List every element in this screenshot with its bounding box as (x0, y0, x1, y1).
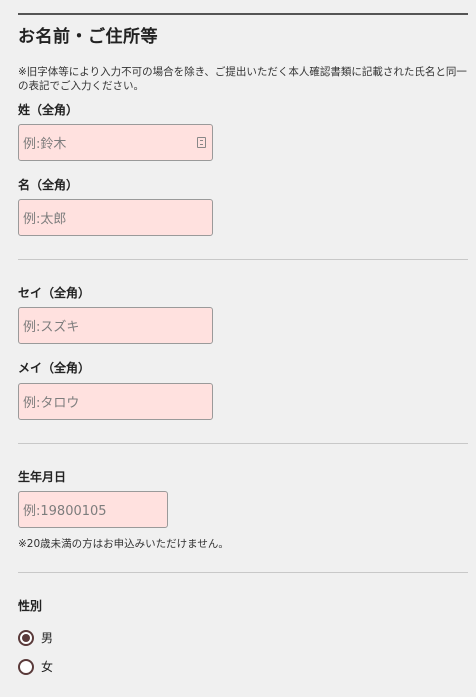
first-name-placeholder: 例:太郎 (23, 212, 67, 227)
first-name-label: 名（全角） (18, 178, 79, 192)
birthdate-label: 生年月日 (18, 470, 67, 484)
last-name-placeholder: 例:鈴木 (23, 137, 67, 152)
last-name-kana-placeholder: 例:スズキ (23, 320, 80, 335)
section-divider (18, 572, 468, 573)
section-title: お名前・ご住所等 (18, 27, 158, 47)
top-divider (18, 13, 468, 15)
first-name-kana-placeholder: 例:タロウ (23, 396, 80, 411)
form-page: お名前・ご住所等 ※旧字体等により入力不可の場合を除き、ご提出いただく本人確認書… (0, 0, 476, 697)
gender-option-female-label: 女 (41, 660, 54, 674)
radio-female[interactable] (18, 658, 34, 675)
first-name-input[interactable]: 例:太郎 (18, 199, 213, 236)
birthdate-placeholder: 例:19800105 (23, 504, 107, 519)
section-divider (18, 259, 468, 260)
section-divider (18, 443, 468, 444)
birthdate-note: ※20歳未満の方はお申込みいただけません。 (18, 538, 229, 550)
name-notice: ※旧字体等により入力不可の場合を除き、ご提出いただく本人確認書類に記載された氏名… (18, 66, 467, 92)
gender-label: 性別 (18, 599, 43, 613)
first-name-kana-input[interactable]: 例:タロウ (18, 383, 213, 420)
last-name-kana-label: セイ（全角） (18, 286, 91, 300)
birthdate-input[interactable]: 例:19800105 (18, 491, 168, 528)
last-name-label: 姓（全角） (18, 103, 79, 117)
radio-male[interactable] (18, 629, 34, 646)
gender-option-female[interactable]: 女 (18, 658, 53, 675)
last-name-input[interactable]: 例:鈴木 (18, 124, 213, 161)
gender-option-male-label: 男 (41, 631, 54, 645)
last-name-kana-input[interactable]: 例:スズキ (18, 307, 213, 344)
first-name-kana-label: メイ（全角） (18, 361, 91, 375)
gender-option-male[interactable]: 男 (18, 629, 53, 646)
keyboard-icon[interactable] (197, 137, 206, 148)
